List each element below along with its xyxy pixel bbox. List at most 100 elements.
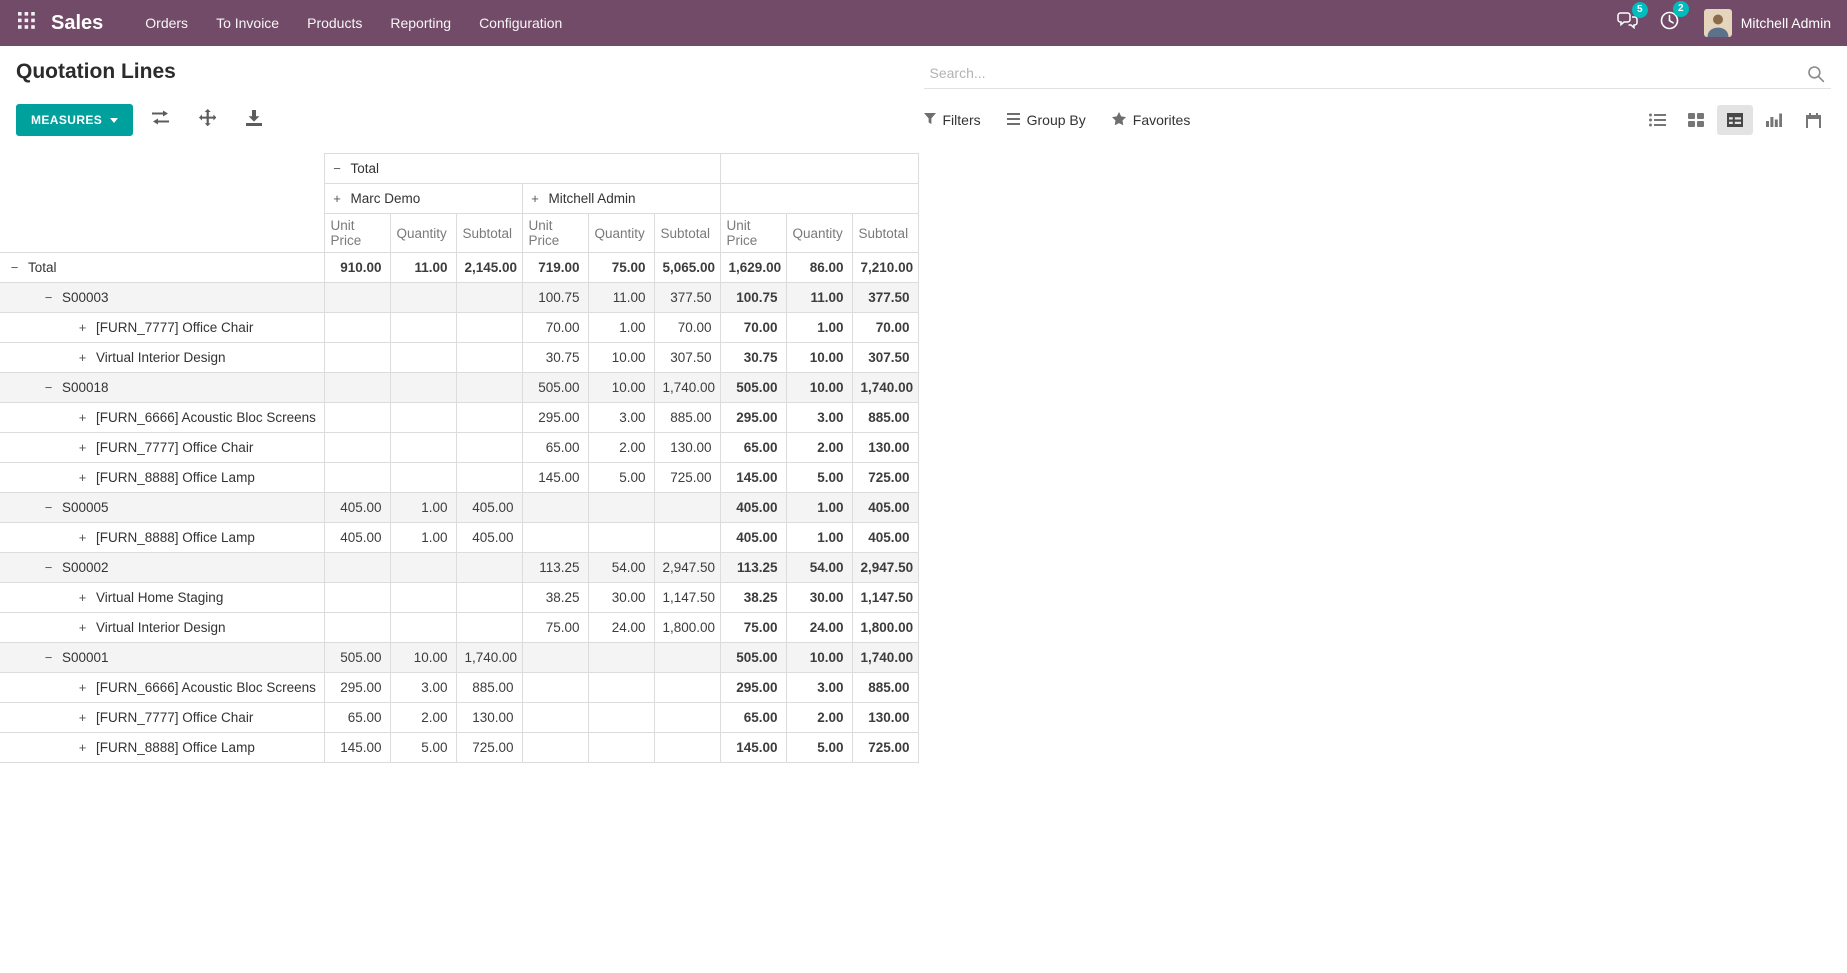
flip-axis-button[interactable]: [141, 104, 180, 136]
pivot-row-header[interactable]: −S00002: [0, 553, 324, 583]
pivot-col-header-total[interactable]: −Total: [324, 154, 720, 184]
pivot-row-header[interactable]: +Virtual Interior Design: [0, 613, 324, 643]
pivot-cell: [654, 493, 720, 523]
pivot-cell: 75.00: [522, 613, 588, 643]
pivot-row: +Virtual Interior Design30.7510.00307.50…: [0, 343, 918, 373]
pivot-cell: 1,147.50: [852, 583, 918, 613]
pivot-row-header[interactable]: +[FURN_8888] Office Lamp: [0, 733, 324, 763]
pivot-cell: 1,740.00: [852, 643, 918, 673]
pivot-cell: [390, 403, 456, 433]
pivot-measure-header[interactable]: Quantity: [786, 214, 852, 253]
expand-all-button[interactable]: [188, 103, 227, 137]
pivot-measure-header[interactable]: Quantity: [588, 214, 654, 253]
group-by-button[interactable]: Group By: [1007, 112, 1086, 128]
pivot-cell: [654, 523, 720, 553]
search-input[interactable]: [924, 58, 1832, 89]
pivot-cell: 2.00: [786, 433, 852, 463]
pivot-measure-header[interactable]: Unit Price: [522, 214, 588, 253]
pivot-cell: 70.00: [522, 313, 588, 343]
pivot-cell: 505.00: [720, 643, 786, 673]
menu-item-configuration[interactable]: Configuration: [465, 0, 576, 46]
pivot-cell: 3.00: [786, 673, 852, 703]
activities-button[interactable]: 2: [1649, 6, 1690, 40]
pivot-cell: 54.00: [588, 553, 654, 583]
pivot-measure-header[interactable]: Subtotal: [654, 214, 720, 253]
pivot-row-header[interactable]: +[FURN_7777] Office Chair: [0, 433, 324, 463]
download-button[interactable]: [235, 104, 273, 137]
view-graph-button[interactable]: [1756, 105, 1792, 135]
menu-item-reporting[interactable]: Reporting: [376, 0, 465, 46]
view-list-button[interactable]: [1639, 105, 1675, 135]
view-calendar-button[interactable]: [1795, 105, 1831, 135]
view-pivot-button[interactable]: [1717, 105, 1753, 135]
pivot-head: −Total+Marc Demo+Mitchell AdminUnit Pric…: [0, 154, 918, 253]
menu-item-to-invoice[interactable]: To Invoice: [202, 0, 293, 46]
col-header-label: Total: [351, 161, 380, 176]
favorites-button[interactable]: Favorites: [1112, 112, 1191, 128]
pivot-cell: 2,947.50: [852, 553, 918, 583]
pivot-row: +Virtual Interior Design75.0024.001,800.…: [0, 613, 918, 643]
pivot-row: +[FURN_6666] Acoustic Bloc Screens295.00…: [0, 403, 918, 433]
row-header-label: [FURN_7777] Office Chair: [96, 710, 253, 725]
user-menu[interactable]: Mitchell Admin: [1704, 9, 1831, 37]
expand-plus-icon: +: [76, 740, 89, 755]
favorites-label: Favorites: [1133, 112, 1191, 128]
pivot-row-header[interactable]: −Total: [0, 253, 324, 283]
menu-item-products[interactable]: Products: [293, 0, 376, 46]
messages-button[interactable]: 5: [1606, 7, 1649, 39]
pivot-cell: 100.75: [522, 283, 588, 313]
pivot-row-header[interactable]: −S00001: [0, 643, 324, 673]
pivot-row-header[interactable]: +Virtual Home Staging: [0, 583, 324, 613]
pivot-measure-header[interactable]: Subtotal: [456, 214, 522, 253]
view-kanban-button[interactable]: [1678, 105, 1714, 135]
pivot-cell: [324, 553, 390, 583]
apps-menu-button[interactable]: [10, 6, 43, 40]
pivot-row-header[interactable]: +[FURN_6666] Acoustic Bloc Screens: [0, 403, 324, 433]
filter-icon: [924, 112, 936, 128]
row-header-label: Virtual Interior Design: [96, 620, 226, 635]
pivot-row-header[interactable]: −S00003: [0, 283, 324, 313]
pivot-cell: [588, 493, 654, 523]
pivot-measure-header[interactable]: Subtotal: [852, 214, 918, 253]
app-brand[interactable]: Sales: [51, 12, 103, 35]
messages-badge: 5: [1632, 2, 1648, 18]
navbar-right: 5 2 Mitchell Admin: [1606, 6, 1831, 40]
search-icon[interactable]: [1807, 65, 1825, 88]
row-header-label: S00001: [62, 650, 109, 665]
pivot-cell: 54.00: [786, 553, 852, 583]
pivot-col-header-group-0[interactable]: +Marc Demo: [324, 184, 522, 214]
pivot-measure-header[interactable]: Unit Price: [324, 214, 390, 253]
pivot-cell: 1.00: [786, 493, 852, 523]
pivot-row-header[interactable]: +[FURN_6666] Acoustic Bloc Screens: [0, 673, 324, 703]
menu-item-orders[interactable]: Orders: [131, 0, 202, 46]
pivot-cell: 11.00: [588, 283, 654, 313]
pivot-row: +[FURN_8888] Office Lamp405.001.00405.00…: [0, 523, 918, 553]
pivot-row-header[interactable]: +[FURN_7777] Office Chair: [0, 703, 324, 733]
pivot-cell: 100.75: [720, 283, 786, 313]
pivot-row-header[interactable]: −S00018: [0, 373, 324, 403]
pivot-cell: [654, 673, 720, 703]
measures-button[interactable]: MEASURES: [16, 104, 133, 136]
pivot-cell: [456, 403, 522, 433]
collapse-minus-icon: −: [42, 500, 55, 515]
pivot-cell: [588, 733, 654, 763]
row-header-label: [FURN_7777] Office Chair: [96, 320, 253, 335]
filters-button[interactable]: Filters: [924, 112, 981, 128]
pivot-row-header[interactable]: +Virtual Interior Design: [0, 343, 324, 373]
pivot-cell: [324, 283, 390, 313]
pivot-cell: 30.75: [522, 343, 588, 373]
pivot-row-header[interactable]: +[FURN_8888] Office Lamp: [0, 523, 324, 553]
pivot-measure-header[interactable]: Quantity: [390, 214, 456, 253]
page-title: Quotation Lines: [16, 58, 924, 84]
star-icon: [1112, 112, 1126, 128]
search-facets: Filters Group By Favorites: [924, 105, 1832, 135]
pivot-cell: 1,800.00: [654, 613, 720, 643]
pivot-cell: 10.00: [588, 373, 654, 403]
pivot-measure-header[interactable]: Unit Price: [720, 214, 786, 253]
pivot-row-header[interactable]: +[FURN_7777] Office Chair: [0, 313, 324, 343]
pivot-row: −S00002113.2554.002,947.50113.2554.002,9…: [0, 553, 918, 583]
pivot-col-header-group-1[interactable]: +Mitchell Admin: [522, 184, 720, 214]
pivot-row-header[interactable]: −S00005: [0, 493, 324, 523]
pivot-cell: [456, 553, 522, 583]
pivot-row-header[interactable]: +[FURN_8888] Office Lamp: [0, 463, 324, 493]
